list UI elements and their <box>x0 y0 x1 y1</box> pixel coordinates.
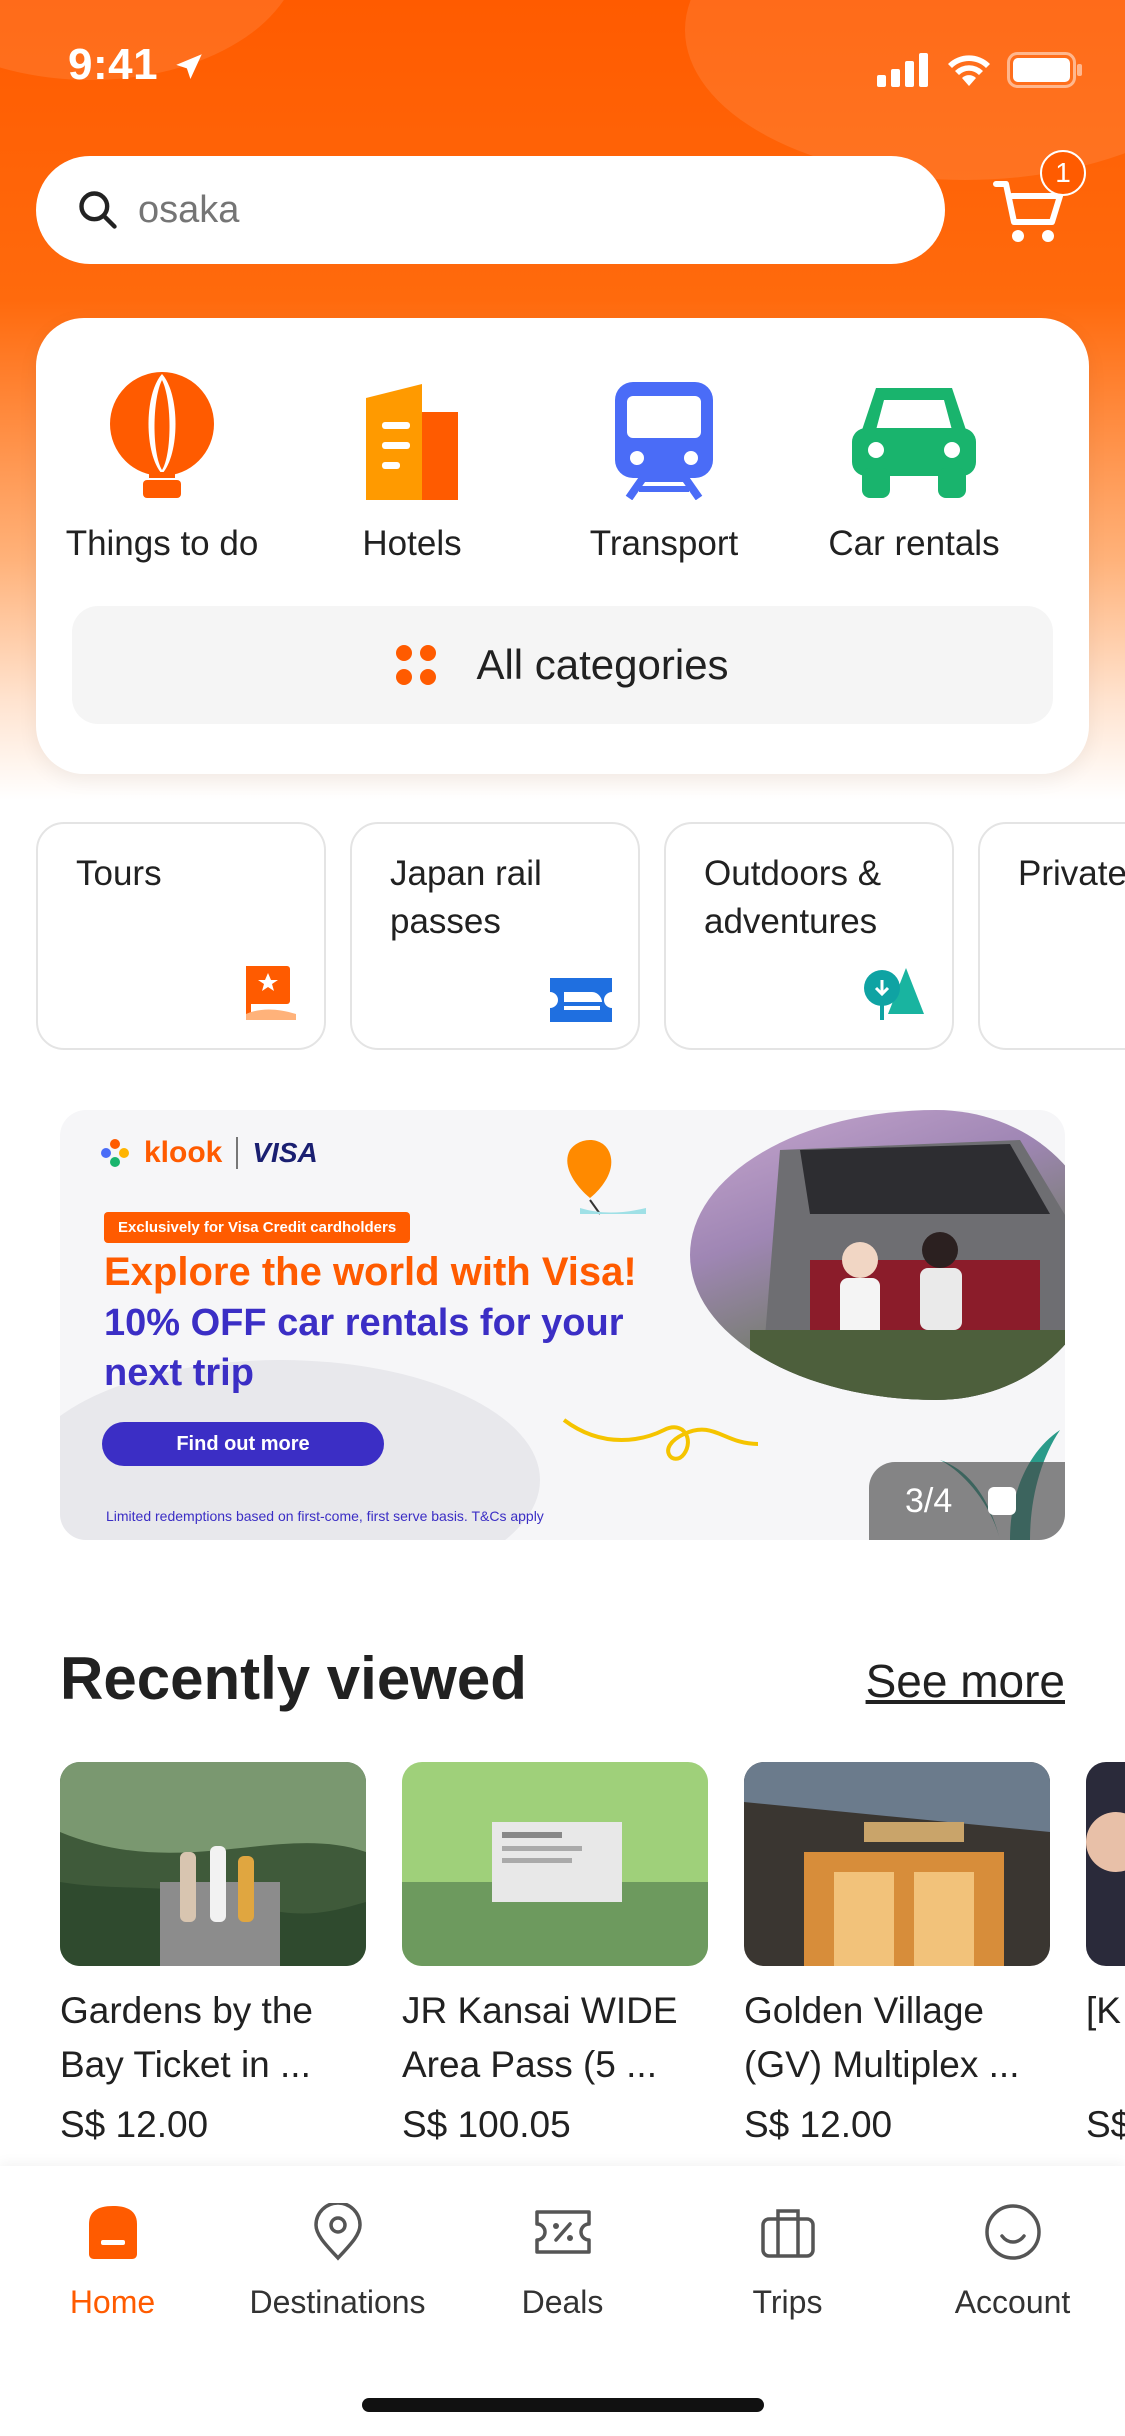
pause-icon[interactable] <box>988 1487 1017 1515</box>
see-more-link[interactable]: See more <box>866 1654 1065 1708</box>
rail-ticket-icon <box>550 978 612 1022</box>
smiley-icon <box>984 2204 1041 2260</box>
banner-page-counter: 3/4 <box>869 1462 1065 1540</box>
status-bar: 9:41 <box>0 0 1125 140</box>
tab-trips[interactable]: Trips <box>675 2200 900 2321</box>
category-label: Hotels <box>362 524 462 563</box>
product-image <box>744 1762 1050 1966</box>
car-icon <box>852 388 976 498</box>
category-label: Transport <box>589 524 739 563</box>
category-car-rentals[interactable]: Car rentals <box>788 370 1040 564</box>
klook-logo-icon <box>101 1139 129 1167</box>
tab-deals[interactable]: Deals <box>450 2200 675 2321</box>
product-image <box>1086 1762 1125 1966</box>
product-price: S$ 12.00 <box>60 2104 209 2145</box>
chip-outdoors-adventures[interactable]: Outdoors & adventures <box>664 822 954 1050</box>
balloon-illustration <box>567 1139 646 1215</box>
wifi-icon <box>948 55 990 86</box>
tab-label: Account <box>954 2284 1071 2320</box>
find-out-more-button[interactable]: Find out more <box>102 1422 384 1466</box>
tab-destinations[interactable]: Destinations <box>225 2200 450 2321</box>
home-indicator <box>362 2398 764 2412</box>
product-title: JR Kansai WIDE Area Pass (5 ... <box>402 1990 678 2085</box>
category-card: Things to do Hotels Transport Car rental… <box>36 318 1089 774</box>
hot-air-balloon-icon <box>110 372 214 498</box>
tab-label: Destinations <box>249 2284 426 2320</box>
product-card[interactable]: Gardens by the Bay Ticket in ... S$ 12.0… <box>60 1762 366 2146</box>
chip-label: Tours <box>76 854 162 893</box>
discount-ticket-icon <box>534 2210 591 2254</box>
hotel-building-icon <box>366 384 458 500</box>
product-image <box>60 1762 366 1966</box>
chip-japan-rail-passes[interactable]: Japan rail passes <box>350 822 640 1050</box>
tab-label: Deals <box>521 2284 604 2320</box>
product-card[interactable]: [K Exc S$ <box>1086 1762 1125 2146</box>
flag-icon <box>246 966 296 1020</box>
tab-account[interactable]: Account <box>900 2200 1125 2321</box>
product-price: S$ <box>1086 2104 1125 2145</box>
trees-icon <box>864 968 924 1020</box>
location-arrow-icon <box>176 54 202 80</box>
banner-subhead: 10% OFF car rentals for your next trip <box>104 1302 624 1394</box>
all-categories-button[interactable]: All categories <box>72 606 1053 724</box>
category-label: Car rentals <box>828 524 1000 563</box>
home-icon <box>88 2206 137 2259</box>
product-title: Golden Village (GV) Multiplex ... <box>744 1990 1020 2085</box>
bottom-tab-bar: Home Destinations Deals Trips Account <box>0 2166 1125 2436</box>
chip-tours[interactable]: Tours <box>36 822 326 1050</box>
search-bar[interactable] <box>36 156 945 264</box>
category-hotels[interactable]: Hotels <box>286 370 538 564</box>
suitcase-icon <box>760 2209 815 2258</box>
tab-label: Trips <box>752 2284 823 2320</box>
banner-fine-print: Limited redemptions based on first-come,… <box>106 1508 544 1524</box>
signal-icon <box>877 53 928 87</box>
grid-dots-icon <box>396 645 437 685</box>
tab-home[interactable]: Home <box>0 2200 225 2321</box>
banner-headline: Explore the world with Visa! <box>104 1250 637 1294</box>
category-label: Things to do <box>65 524 259 563</box>
banner-counter-text: 3/4 <box>905 1481 953 1520</box>
product-price: S$ 100.05 <box>402 2104 571 2145</box>
squiggle-illustration <box>562 1418 759 1461</box>
chip-label: Japan rail passes <box>390 854 542 941</box>
banner-brand: klook <box>144 1136 223 1169</box>
promo-banner[interactable]: klook VISA Exclusively for Visa Credit c… <box>60 1110 1065 1540</box>
all-categories-label: All categories <box>476 641 729 688</box>
train-icon <box>615 382 713 500</box>
recently-viewed-list: Gardens by the Bay Ticket in ... S$ 12.0… <box>60 1762 1125 2182</box>
location-pin-icon <box>313 2203 362 2261</box>
recently-viewed-title: Recently viewed <box>60 1645 527 1712</box>
tab-label: Home <box>69 2284 156 2320</box>
banner-partner: VISA <box>252 1137 318 1168</box>
chip-private-airport[interactable]: Private airport <box>978 822 1125 1050</box>
banner-tag: Exclusively for Visa Credit cardholders <box>104 1212 411 1243</box>
product-title: [K Exc <box>1086 1990 1125 2031</box>
product-image <box>402 1762 708 1966</box>
category-transport[interactable]: Transport <box>538 370 790 564</box>
search-icon <box>79 191 117 229</box>
search-input[interactable] <box>138 188 898 232</box>
status-time: 9:41 <box>68 40 159 89</box>
category-things-to-do[interactable]: Things to do <box>36 370 288 564</box>
subcategory-chips: Tours Japan rail passes Outdoors & adven… <box>36 822 1125 1050</box>
chip-label: Private airport <box>1018 854 1125 893</box>
banner-photo <box>690 1110 1065 1400</box>
battery-icon <box>1007 52 1082 88</box>
cart-badge: 1 <box>1040 150 1086 196</box>
product-title: Gardens by the Bay Ticket in ... <box>60 1990 313 2085</box>
product-price: S$ 12.00 <box>744 2104 893 2145</box>
product-card[interactable]: Golden Village (GV) Multiplex ... S$ 12.… <box>744 1762 1050 2146</box>
product-card[interactable]: JR Kansai WIDE Area Pass (5 ... S$ 100.0… <box>402 1762 708 2146</box>
chip-label: Outdoors & adventures <box>704 854 882 941</box>
banner-logo: klook VISA <box>100 1136 318 1170</box>
car-trunk-photo <box>750 1140 1065 1400</box>
